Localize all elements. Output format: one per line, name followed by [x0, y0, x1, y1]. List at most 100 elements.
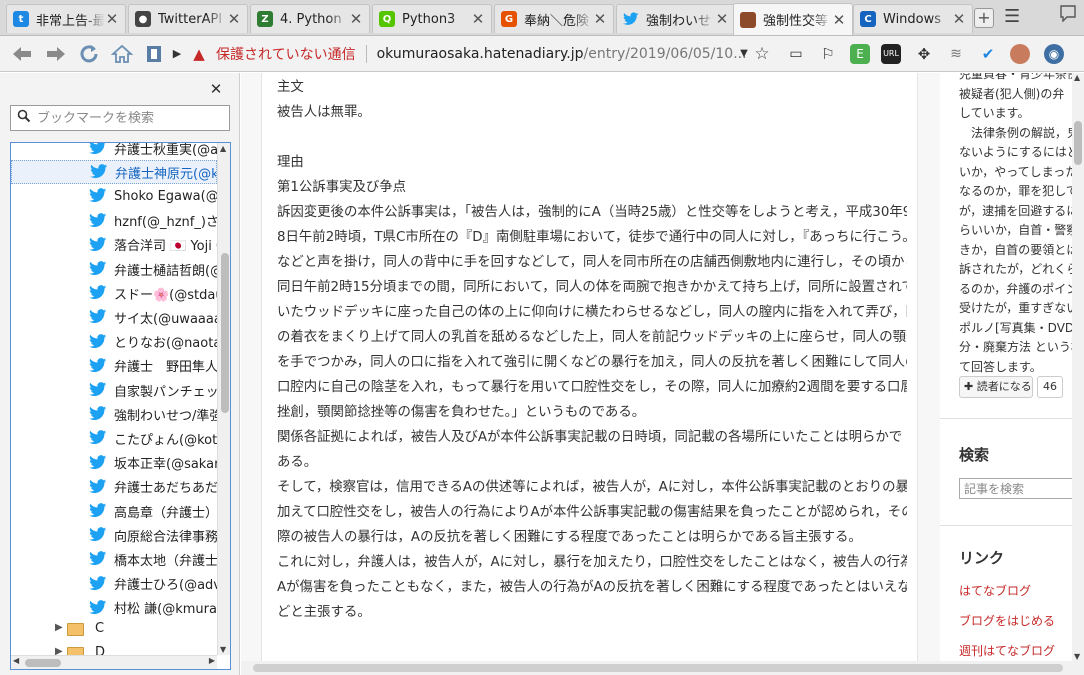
t-logo-icon: t	[13, 11, 29, 27]
tab-3[interactable]: Z 4. Python ✕	[250, 4, 370, 33]
bookmark-search[interactable]	[10, 105, 230, 131]
expand-icon[interactable]: ▶	[55, 622, 63, 633]
bookmark-label: 高島章（弁護士）(@	[114, 505, 217, 521]
bookmark-item[interactable]: 弁護士神原元(@k	[11, 160, 217, 185]
bookmark-icon[interactable]: ⚐	[816, 42, 840, 66]
bookmark-item[interactable]: 強制わいせつ/準強	[11, 402, 217, 426]
bookmark-search-input[interactable]	[37, 110, 217, 126]
bookmark-item[interactable]: 高島章（弁護士）(@	[11, 499, 217, 523]
tab-8[interactable]: C Windows ✕	[853, 4, 973, 33]
article-line	[277, 125, 907, 150]
tab-bar: t 非常上告-最 ✕ ● TwitterAPI ✕ Z 4. Python ✕ Q Python3 ✕…	[0, 0, 1084, 36]
python-docs-icon: Z	[257, 11, 273, 27]
bookmark-item[interactable]: hznf(@_hznf_)さん	[11, 209, 217, 233]
home-icon[interactable]	[110, 42, 134, 66]
bookmark-item[interactable]: 弁護士秋重実(@a	[11, 142, 217, 160]
bookmark-item[interactable]: 弁護士樋詰哲朗(@	[11, 257, 217, 281]
bookmark-item[interactable]: Shoko Egawa(@a	[11, 184, 217, 208]
tab-6[interactable]: 強制わいせ ✕	[616, 4, 736, 33]
bookmark-label: 弁護士秋重実(@a	[114, 142, 217, 158]
profile-icon[interactable]	[1058, 4, 1080, 26]
forward-icon[interactable]	[44, 42, 68, 66]
shield-icon[interactable]: ✔	[978, 44, 998, 64]
bookmark-item[interactable]: 村松 謙(@kmurar	[11, 596, 217, 620]
profile-text-line: 受けたが，重すぎない	[959, 301, 1072, 315]
tab-7[interactable]: 強制性交等 ✕	[733, 3, 853, 35]
close-icon[interactable]: ✕	[715, 10, 729, 28]
close-icon[interactable]: ✕	[593, 10, 607, 28]
profile-text-line: らいいか，自首・警察	[959, 223, 1072, 237]
twitter-icon	[89, 406, 107, 422]
chevron-right-icon[interactable]: ▶	[170, 42, 184, 66]
close-icon[interactable]: ✕	[952, 10, 966, 28]
sidebar-vertical-scrollbar[interactable]: ▲ ▼	[217, 143, 230, 655]
bookmark-item[interactable]: 自家製パンチェッタ	[11, 378, 217, 402]
avatar[interactable]	[1010, 44, 1030, 64]
twitter-icon	[89, 212, 107, 229]
bookmark-item[interactable]: 向原総合法律事務	[11, 523, 217, 547]
extension-icon[interactable]: ≋	[946, 44, 966, 64]
bookmark-label: サイ太(@uwaaaa)	[114, 311, 217, 327]
twitter-icon	[89, 454, 107, 471]
bookmark-item[interactable]: こたぴょん(@kota	[11, 426, 217, 450]
tab-2[interactable]: ● TwitterAPI ✕	[128, 4, 248, 33]
reader-icon[interactable]: ▭	[784, 42, 808, 66]
article-line: 理由	[277, 155, 304, 170]
bookmark-item[interactable]: スドー🌸(@stdau	[11, 281, 217, 305]
tab-title: TwitterAPI	[158, 11, 223, 27]
bookmark-label: hznf(@_hznf_)さん	[114, 215, 217, 231]
tab-5[interactable]: G 奉納＼危険 ✕	[494, 4, 614, 33]
tab-4[interactable]: Q Python3 ✕	[372, 4, 492, 33]
bookmark-item[interactable]: 弁護士 野田隼人	[11, 354, 217, 378]
link-start-blog[interactable]: ブログをはじめる	[959, 612, 1055, 629]
back-icon[interactable]	[10, 42, 34, 66]
bookmark-item[interactable]: 弁護士ひろ(@adv	[11, 572, 217, 596]
tab-menu-icon[interactable]: ☰	[1004, 7, 1022, 27]
tab-1[interactable]: t 非常上告-最 ✕	[6, 4, 126, 33]
article-line: いたウッドデッキに座った自己の体の上に仰向けに横たわらせるなどし，同人の膣内に指…	[277, 305, 907, 320]
bookmark-item[interactable]: 落合洋司 🇯🇵 Yoji O	[11, 233, 217, 257]
url-shortener-icon[interactable]: URL	[881, 44, 901, 64]
menu-globe-icon[interactable]: ◉	[1044, 44, 1064, 64]
article-line: 口腔内に自己の陰茎を入れ，もって暴行を用いて口腔性交をし，その際，同人に加療約2…	[277, 380, 907, 395]
sidebar-horizontal-scrollbar[interactable]: ◀ ▶	[11, 655, 217, 669]
new-tab-button[interactable]: +	[974, 8, 994, 28]
profile-text-line: 児童買春・青少年条例	[959, 73, 1072, 81]
move-icon[interactable]: ✥	[914, 44, 934, 64]
article-search-input[interactable]	[959, 478, 1072, 499]
link-weekly-hatena[interactable]: 週刊はてなブログ	[959, 642, 1055, 659]
bookmark-folder[interactable]: ▶ C	[11, 618, 217, 642]
bookmark-item[interactable]: 弁護士あだちあだ	[11, 475, 217, 499]
link-hatena-blog[interactable]: はてなブログ	[959, 582, 1031, 599]
close-icon[interactable]: ✕	[471, 10, 485, 28]
star-icon[interactable]: ☆	[750, 42, 774, 66]
tab-title: 非常上告-最	[36, 13, 105, 29]
profile-text-line: て回答します。	[959, 359, 1042, 374]
article-line: Aが傷害を負ったこともなく，また，被告人の行為がAの反抗を著しく困難にする程度で…	[277, 580, 907, 595]
bookmark-item[interactable]: サイ太(@uwaaaa)	[11, 305, 217, 329]
tab-title: 強制わいせ	[646, 13, 712, 29]
folder-label: C	[95, 621, 105, 636]
twitter-icon	[89, 382, 107, 398]
qiita-icon: Q	[379, 11, 395, 27]
address-bar[interactable]: ▲ 保護されていない通信 okumuraosaka.hatenadiary.jp…	[188, 42, 774, 66]
bookmark-item[interactable]: 坂本正幸(@sakar	[11, 451, 217, 475]
bookmark-item[interactable]: とりなお(@naotar	[11, 330, 217, 354]
bookmark-label: 強制わいせつ/準強	[114, 408, 217, 424]
bookmark-label: Shoko Egawa(@a	[114, 188, 217, 204]
close-icon[interactable]: ✕	[349, 10, 363, 28]
close-icon[interactable]: ✕	[105, 10, 119, 28]
github-icon: ●	[135, 11, 151, 27]
subscribe-button[interactable]: ✚ 読者になる	[959, 376, 1033, 398]
close-icon[interactable]: ✕	[208, 81, 224, 97]
close-icon[interactable]: ✕	[832, 11, 846, 29]
close-icon[interactable]: ✕	[227, 10, 241, 28]
bookmarks-sidebar-icon[interactable]	[142, 42, 166, 66]
reload-icon[interactable]	[77, 42, 101, 66]
twitter-icon	[90, 164, 108, 180]
bookmark-item[interactable]: 橋本太地（弁護士	[11, 547, 217, 571]
page-vertical-scrollbar[interactable]: ▲ ▼	[1072, 73, 1084, 661]
page-horizontal-scrollbar[interactable]	[241, 661, 1084, 675]
bookmark-label: 弁護士神原元(@k	[115, 166, 217, 182]
evernote-icon[interactable]: E	[850, 44, 870, 64]
